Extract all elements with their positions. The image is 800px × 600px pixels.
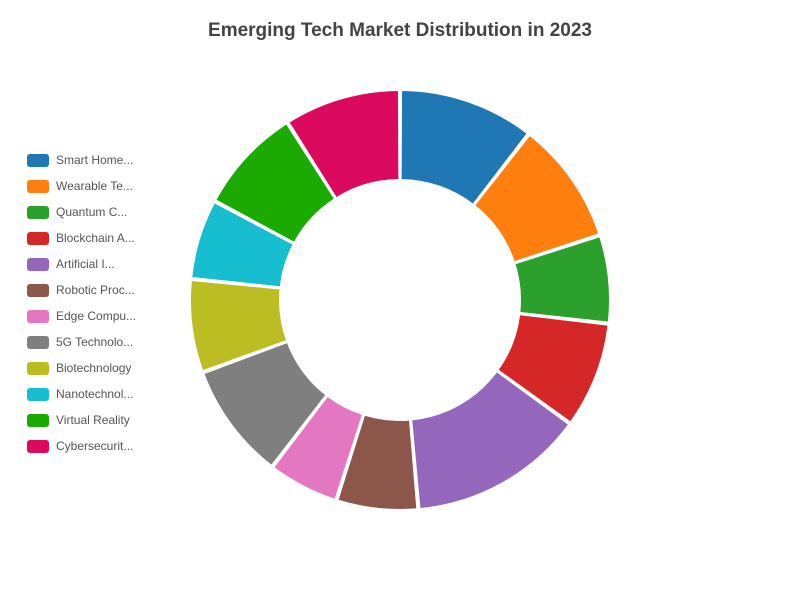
legend-label: Smart Home... [56,153,134,167]
legend-item[interactable]: Cybersecurit... [27,433,136,459]
legend-label: Virtual Reality [56,413,130,427]
donut-slices [189,89,611,511]
legend-swatch [27,335,49,349]
legend-item[interactable]: Virtual Reality [27,407,136,433]
legend-swatch [27,257,49,271]
legend-label: Artificial I... [56,257,115,271]
legend-label: Nanotechnol... [56,387,134,401]
legend-swatch [27,387,49,401]
legend-item[interactable]: 5G Technolo... [27,329,136,355]
legend-item[interactable]: Smart Home... [27,147,136,173]
legend-item[interactable]: Quantum C... [27,199,136,225]
legend-swatch [27,231,49,245]
legend-item[interactable]: Biotechnology [27,355,136,381]
legend-label: Cybersecurit... [56,439,134,453]
legend-label: 5G Technolo... [56,335,134,349]
legend-label: Biotechnology [56,361,132,375]
legend-swatch [27,153,49,167]
legend-label: Wearable Te... [56,179,133,193]
legend-swatch [27,309,49,323]
legend-swatch [27,361,49,375]
legend-label: Robotic Proc... [56,283,135,297]
legend-item[interactable]: Robotic Proc... [27,277,136,303]
legend-item[interactable]: Blockchain A... [27,225,136,251]
legend-item[interactable]: Edge Compu... [27,303,136,329]
legend-label: Blockchain A... [56,231,135,245]
legend-swatch [27,283,49,297]
legend-swatch [27,179,49,193]
chart-legend: Smart Home... Wearable Te... Quantum C... B… [27,147,136,459]
legend-item[interactable]: Nanotechnol... [27,381,136,407]
legend-swatch [27,439,49,453]
legend-swatch [27,413,49,427]
legend-label: Edge Compu... [56,309,137,323]
legend-label: Quantum C... [56,205,128,219]
legend-item[interactable]: Wearable Te... [27,173,136,199]
legend-item[interactable]: Artificial I... [27,251,136,277]
legend-swatch [27,205,49,219]
